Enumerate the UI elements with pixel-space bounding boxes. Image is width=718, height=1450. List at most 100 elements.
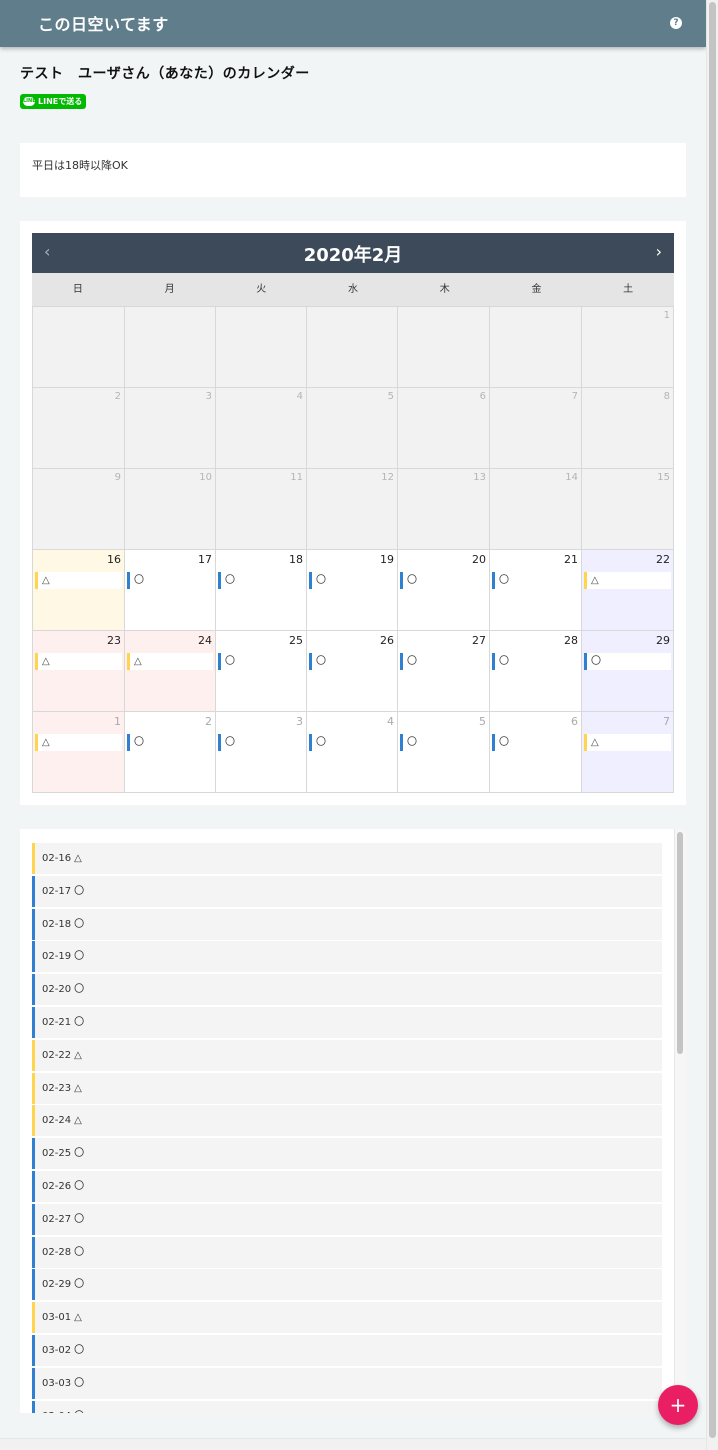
day-number: 17 (198, 553, 212, 566)
horizontal-scrollbar[interactable] (0, 1438, 706, 1450)
day-number: 18 (289, 553, 303, 566)
page-scrollbar-thumb[interactable] (709, 2, 716, 1438)
question-circle-icon[interactable]: ? (670, 17, 682, 29)
day-cell: 12 (307, 469, 398, 550)
day-cell[interactable]: 24 △ (125, 631, 216, 712)
availability-event[interactable]: 〇 (492, 572, 579, 589)
list-item-mark: 〇 (74, 1181, 85, 1192)
list-item[interactable]: 02-26 〇 (32, 1171, 662, 1202)
day-cell[interactable]: 1 △ (33, 712, 125, 793)
list-item-date: 03-02 (42, 1345, 72, 1356)
availability-event[interactable]: 〇 (492, 734, 579, 751)
availability-event[interactable]: 〇 (218, 572, 304, 589)
day-cell (33, 307, 125, 388)
list-item[interactable]: 02-23 △ (32, 1072, 662, 1104)
list-item[interactable]: 02-18 〇 (32, 908, 662, 940)
day-cell[interactable]: 7 △ (582, 712, 674, 793)
list-item-date: 02-28 (42, 1246, 72, 1258)
day-cell: 3 (125, 388, 216, 469)
list-item[interactable]: 02-27 〇 (32, 1203, 662, 1235)
day-cell[interactable]: 5〇 (398, 712, 490, 793)
day-cell[interactable]: 18 〇 (216, 550, 307, 631)
availability-event[interactable]: 〇 (492, 653, 579, 670)
list-item[interactable]: 02-29 〇 (32, 1269, 662, 1301)
day-number: 7 (663, 715, 670, 728)
day-cell: 13 (398, 469, 490, 550)
day-cell: 15 (582, 469, 674, 550)
day-number: 4 (296, 391, 303, 402)
day-cell[interactable]: 22 △ (582, 550, 674, 631)
availability-event[interactable]: 〇 (309, 653, 395, 670)
list-item-mark: 〇 (74, 951, 85, 963)
chevron-right-icon[interactable]: › (656, 242, 662, 261)
availability-event[interactable]: 〇 (400, 734, 487, 751)
day-number: 12 (381, 472, 394, 483)
availability-event[interactable]: 〇 (309, 734, 395, 751)
day-cell[interactable]: 26 〇 (307, 631, 398, 712)
availability-event[interactable]: 〇 (218, 653, 304, 670)
day-number: 20 (472, 553, 486, 566)
availability-event[interactable]: △ (584, 734, 671, 751)
day-cell[interactable]: 16 △ (33, 550, 125, 631)
list-scrollbar-thumb[interactable] (677, 832, 683, 1054)
page-scrollbar[interactable] (706, 0, 718, 1450)
list-item[interactable]: 02-28 〇 (32, 1236, 662, 1268)
list-item[interactable]: 03-03 〇 (32, 1367, 662, 1399)
day-cell[interactable]: 21 〇 (490, 550, 582, 631)
line-share-button[interactable]: LINE LINEで送る (20, 94, 86, 109)
availability-event[interactable]: 〇 (218, 734, 304, 751)
list-item[interactable]: 03-02 〇 (32, 1335, 662, 1366)
day-cell (125, 307, 216, 388)
app-bar: この日空いてます ? (0, 0, 706, 47)
day-number: 2 (205, 715, 212, 728)
day-cell[interactable]: 17 〇 (125, 550, 216, 631)
list-item[interactable]: 02-24 △ (32, 1105, 662, 1137)
day-cell[interactable]: 6〇 (490, 712, 582, 793)
availability-event[interactable]: 〇 (309, 572, 395, 589)
list-scrollbar[interactable] (674, 829, 686, 1413)
availability-event[interactable]: △ (35, 734, 122, 751)
day-cell[interactable]: 3〇 (216, 712, 307, 793)
list-item-date: 02-23 (42, 1082, 72, 1094)
availability-event[interactable]: 〇 (400, 653, 487, 670)
list-item[interactable]: 02-21 〇 (32, 1007, 662, 1038)
availability-event[interactable]: 〇 (127, 734, 213, 751)
day-cell: 1 (582, 307, 674, 388)
app-title: この日空いてます (38, 15, 169, 34)
availability-event[interactable]: △ (35, 572, 122, 589)
list-item[interactable]: 02-25 〇 (32, 1138, 662, 1170)
day-cell[interactable]: 23 △ (33, 631, 125, 712)
day-number: 5 (479, 715, 486, 728)
availability-event[interactable]: △ (35, 653, 122, 670)
availability-event[interactable]: △ (127, 653, 213, 670)
list-item[interactable]: 02-20 〇 (32, 974, 662, 1006)
add-button[interactable]: + (658, 1385, 698, 1425)
availability-event[interactable]: 〇 (127, 572, 213, 589)
list-item[interactable]: 03-01 △ (32, 1302, 662, 1334)
day-cell[interactable]: 19 〇 (307, 550, 398, 631)
list-item[interactable]: 02-17 〇 (32, 875, 662, 907)
list-item[interactable]: 02-16 △ (32, 843, 662, 874)
weekday-header: 日月火水木金土 (32, 273, 674, 306)
list-item[interactable]: 02-19 〇 (32, 941, 662, 973)
day-cell[interactable]: 20 〇 (398, 550, 490, 631)
day-number: 9 (114, 472, 121, 483)
day-cell[interactable]: 28 〇 (490, 631, 582, 712)
day-cell[interactable]: 2〇 (125, 712, 216, 793)
list-item-mark: 〇 (74, 1345, 85, 1356)
availability-event[interactable]: 〇 (400, 572, 487, 589)
list-item[interactable]: 02-22 △ (32, 1039, 662, 1071)
day-cell[interactable]: 27 〇 (398, 631, 490, 712)
day-cell[interactable]: 25 〇 (216, 631, 307, 712)
day-number: 28 (564, 634, 578, 647)
day-number: 23 (107, 634, 121, 647)
day-cell[interactable]: 4〇 (307, 712, 398, 793)
list-item-date: 02-24 (42, 1115, 72, 1127)
day-cell[interactable]: 29 〇 (582, 631, 674, 712)
list-item[interactable]: 03-04〇 (32, 1400, 662, 1413)
day-number: 3 (205, 391, 212, 402)
weekday-label: 火 (256, 284, 267, 295)
line-share-label: LINEで送る (38, 97, 83, 106)
availability-event[interactable]: △ (584, 572, 671, 589)
availability-event[interactable]: 〇 (584, 653, 671, 670)
